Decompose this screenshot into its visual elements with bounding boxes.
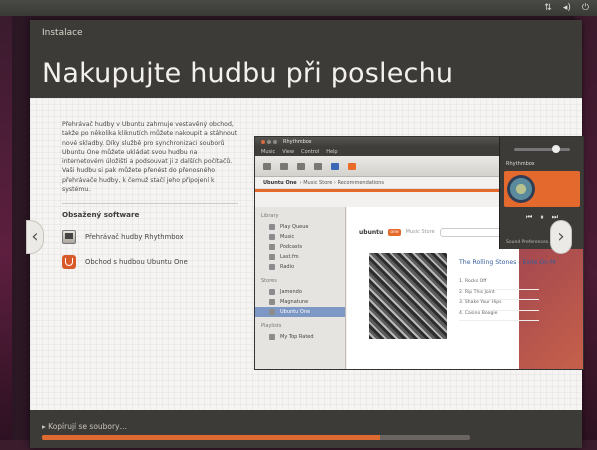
now-playing-card — [504, 171, 580, 207]
preview-sidebar-item: Radio — [255, 262, 345, 272]
preview-window-title: Rhythmbox — [283, 139, 312, 145]
software-label: Přehrávač hudby Rhythmbox — [85, 233, 184, 242]
ubuntu-logo: ubuntu — [359, 228, 384, 236]
software-item-ubuntu-one: Obchod s hudbou Ubuntu One — [62, 255, 238, 270]
software-item-rhythmbox: Přehrávač hudby Rhythmbox — [62, 230, 238, 245]
one-tag: one — [388, 228, 401, 236]
preview-sidebar-item: Play Queue — [255, 222, 345, 232]
preview-menu-item: Control — [301, 148, 320, 155]
preview-sidebar-item: Magnatune — [255, 297, 345, 307]
jamendo-icon — [269, 289, 275, 295]
software-label: Obchod s hudbou Ubuntu One — [85, 258, 188, 267]
track-row: 2. Rip This Joint — [459, 290, 539, 300]
preview-titlebar: Rhythmbox — [255, 137, 519, 147]
progress-bar-fill — [42, 435, 381, 440]
preview-sidebar-group: Playlists — [261, 323, 282, 329]
install-progress-area: ▸ Kopírují se soubory… — [30, 410, 582, 448]
desktop-wallpaper-left — [0, 12, 12, 450]
installer-window: Instalace Nakupujte hudbu při poslechu P… — [26, 20, 584, 448]
preview-sidebar-item: Music — [255, 232, 345, 242]
preview-toolbar — [255, 156, 519, 177]
window-controls-icon — [261, 140, 277, 144]
preview-sidebar-item: Last.fm — [255, 252, 345, 262]
track-row: 4. Casino Boogie — [459, 311, 539, 321]
sound-menu-player-name: Rhythmbox — [506, 161, 535, 167]
slide-title: Nakupujte hudbu při poslechu — [42, 58, 454, 89]
preview-crumb-bold: Ubuntu One — [263, 179, 297, 186]
volume-slider-track — [514, 144, 570, 153]
preview-crumb-rest: › Music Store › Recommendations — [299, 179, 384, 186]
play-queue-icon — [269, 224, 275, 230]
next-slide-button[interactable]: › — [550, 220, 572, 254]
window-caption: Instalace — [42, 28, 83, 38]
preview-sidebar-item: My Top Rated — [255, 332, 345, 342]
preview-sidebar-item: Jamendo — [255, 287, 345, 297]
preview-menu-item: Music — [261, 148, 276, 155]
power-icon[interactable]: ⏻ — [582, 3, 589, 13]
slideshow-slide: Přehrávač hudby v Ubuntu zahrnuje vestav… — [26, 98, 584, 410]
preview-sidebar: Library Play Queue Music Podcasts Last.f… — [255, 207, 346, 369]
preview-breadcrumb: Ubuntu One › Music Store › Recommendatio… — [255, 177, 519, 189]
magnatune-icon — [269, 299, 275, 305]
repeat-icon — [314, 162, 322, 170]
progress-bar — [42, 435, 470, 440]
volume-icon[interactable]: ◂) — [563, 3, 571, 13]
previous-icon: ⏮ — [525, 213, 533, 221]
preview-store-pane: ubuntu one Music Store The Rolling Stone… — [347, 207, 555, 369]
preview-sidebar-group: Stores — [261, 278, 277, 284]
album-cover-image — [369, 253, 447, 339]
preview-menubar: Music View Control Help — [255, 147, 519, 156]
play-icon — [263, 162, 271, 170]
track-row: 1. Rocks Off — [459, 279, 539, 290]
rhythmbox-screenshot-preview: Rhythmbox Music View Control Help Ubuntu… — [254, 136, 584, 370]
preview-rhythmbox-window: Rhythmbox Music View Control Help Ubuntu… — [255, 137, 555, 369]
previous-slide-button[interactable]: ‹ — [26, 220, 44, 254]
lastfm-icon — [269, 254, 275, 260]
slide-description: Přehrávač hudby v Ubuntu zahrnuje vestav… — [62, 121, 238, 194]
prev-icon — [280, 162, 288, 170]
podcast-icon — [269, 244, 275, 250]
playlist-icon — [269, 334, 275, 340]
preview-sidebar-item: Podcasts — [255, 242, 345, 252]
system-tray: ⇅ ◂) ⏻ — [544, 3, 597, 13]
radio-icon — [269, 264, 275, 270]
album-title: The Rolling Stones - Exile On M — [459, 259, 556, 266]
top-panel: ⇅ ◂) ⏻ — [0, 0, 597, 16]
progress-status-toggle[interactable]: ▸ Kopírují se soubory… — [42, 422, 127, 431]
ubuntu-one-icon — [269, 309, 275, 315]
preview-sidebar-group: Library — [261, 213, 279, 219]
next-icon — [297, 162, 305, 170]
included-software-heading: Obsažený software — [62, 210, 140, 220]
divider — [62, 203, 238, 205]
preview-accent-bar — [255, 189, 519, 192]
track-list: 1. Rocks Off 2. Rip This Joint 3. Shake … — [459, 279, 539, 321]
preview-menu-item: View — [282, 148, 295, 155]
track-row: 3. Shake Your Hips — [459, 300, 539, 311]
store-icon — [331, 162, 339, 170]
slide-text-panel: Přehrávač hudby v Ubuntu zahrnuje vestav… — [62, 120, 238, 356]
network-icon[interactable]: ⇅ — [544, 3, 552, 13]
sound-preferences-link: Sound Preferences… — [506, 240, 553, 245]
music-icon — [269, 234, 275, 240]
volume-icon — [348, 162, 356, 170]
player-controls: ⏮ ⏸ ⏭ — [500, 213, 583, 222]
ubuntu-one-icon — [62, 255, 76, 270]
pause-icon: ⏸ — [540, 213, 544, 221]
preview-store-header: ubuntu one Music Store — [359, 225, 517, 239]
store-link: Music Store — [405, 229, 435, 235]
rhythmbox-icon — [62, 230, 76, 245]
volume-slider — [500, 137, 583, 161]
preview-sidebar-item-selected: Ubuntu One — [255, 307, 345, 317]
preview-menu-item: Help — [326, 148, 338, 155]
